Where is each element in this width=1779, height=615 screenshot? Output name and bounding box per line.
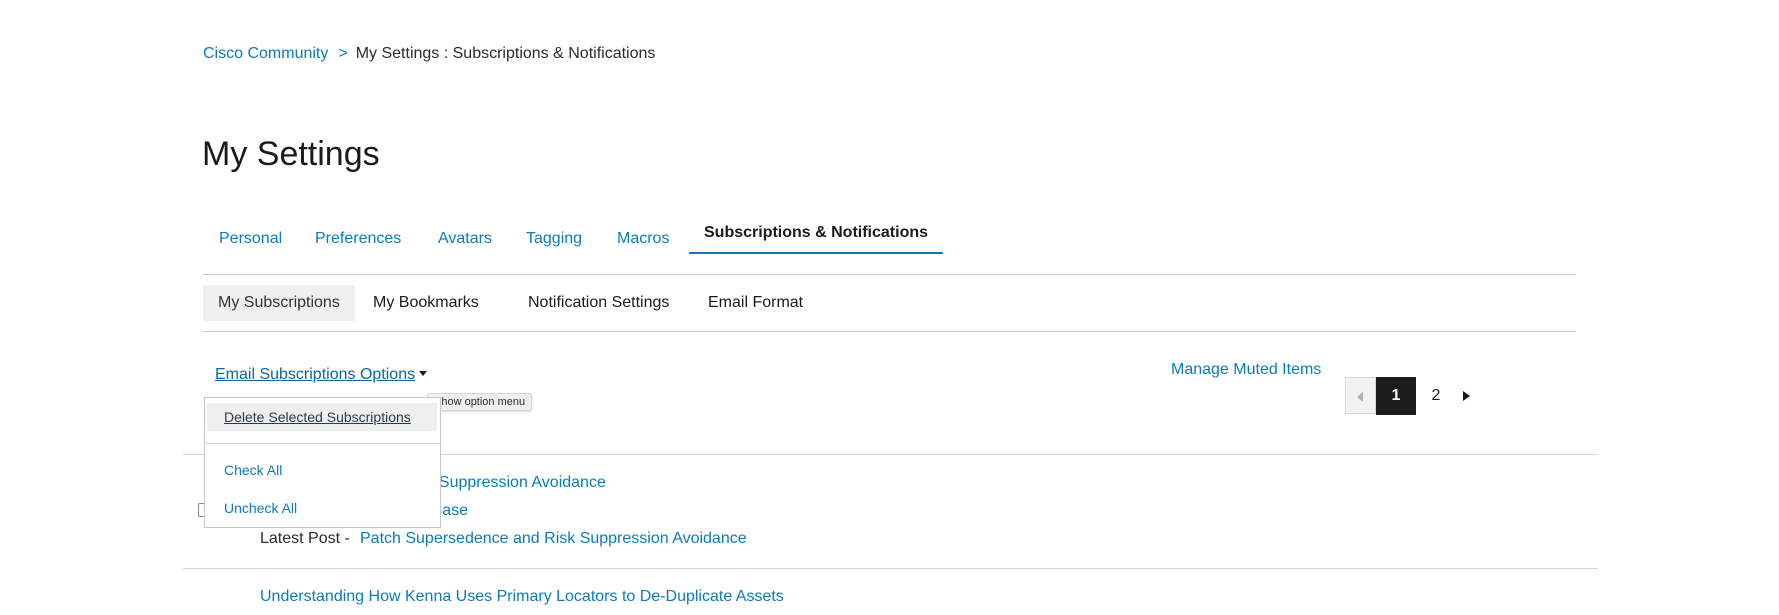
menu-divider bbox=[205, 443, 440, 444]
sub-tabs: My Subscriptions My Bookmarks Notificati… bbox=[203, 285, 1576, 332]
pagination-prev-button[interactable] bbox=[1345, 377, 1376, 414]
show-option-menu-tooltip: Show option menu bbox=[427, 393, 533, 411]
email-subscriptions-options-menu: Delete Selected Subscriptions Check All … bbox=[204, 397, 441, 528]
page-title: My Settings bbox=[202, 135, 380, 173]
chevron-left-icon bbox=[1357, 392, 1363, 402]
latest-post-link[interactable]: Patch Supersedence and Risk Suppression … bbox=[360, 530, 747, 548]
breadcrumb-current: My Settings : Subscriptions & Notificati… bbox=[355, 45, 656, 62]
tab-avatars[interactable]: Avatars bbox=[438, 230, 492, 248]
subtab-my-subscriptions[interactable]: My Subscriptions bbox=[203, 285, 355, 321]
tab-subscriptions-notifications[interactable]: Subscriptions & Notifications bbox=[689, 224, 944, 254]
menu-item-delete-selected-subscriptions[interactable]: Delete Selected Subscriptions bbox=[207, 403, 437, 431]
tab-preferences[interactable]: Preferences bbox=[315, 230, 401, 248]
latest-post-label: Latest Post - bbox=[260, 530, 350, 547]
caret-down-icon bbox=[419, 371, 428, 376]
main-tabs: Personal Preferences Avatars Tagging Mac… bbox=[203, 222, 1576, 275]
pagination-next-button[interactable] bbox=[1457, 377, 1477, 415]
page: Cisco Community > My Settings : Subscripti… bbox=[0, 0, 1779, 615]
breadcrumb-separator: > bbox=[338, 45, 348, 62]
tab-tagging[interactable]: Tagging bbox=[526, 230, 582, 248]
pagination-page-2[interactable]: 2 bbox=[1416, 377, 1456, 415]
chevron-right-icon bbox=[1463, 391, 1470, 401]
subtab-email-format[interactable]: Email Format bbox=[693, 285, 818, 321]
breadcrumb: Cisco Community > My Settings : Subscripti… bbox=[203, 44, 655, 64]
email-subscriptions-options-button[interactable]: Email Subscriptions Options bbox=[215, 366, 428, 384]
subtab-notification-settings[interactable]: Notification Settings bbox=[513, 285, 684, 321]
subtab-my-bookmarks[interactable]: My Bookmarks bbox=[358, 285, 494, 321]
tab-macros[interactable]: Macros bbox=[617, 230, 669, 248]
breadcrumb-home-link[interactable]: Cisco Community bbox=[203, 45, 328, 62]
tab-personal[interactable]: Personal bbox=[219, 230, 282, 248]
email-subscriptions-options-label: Email Subscriptions Options bbox=[215, 366, 416, 383]
pagination-page-current[interactable]: 1 bbox=[1376, 377, 1416, 415]
manage-muted-items-link[interactable]: Manage Muted Items bbox=[1171, 361, 1321, 379]
menu-item-uncheck-all[interactable]: Uncheck All bbox=[224, 500, 297, 516]
row-divider bbox=[183, 568, 1598, 569]
subscription-title-link[interactable]: Understanding How Kenna Uses Primary Loc… bbox=[260, 588, 784, 606]
menu-item-check-all[interactable]: Check All bbox=[224, 462, 282, 478]
